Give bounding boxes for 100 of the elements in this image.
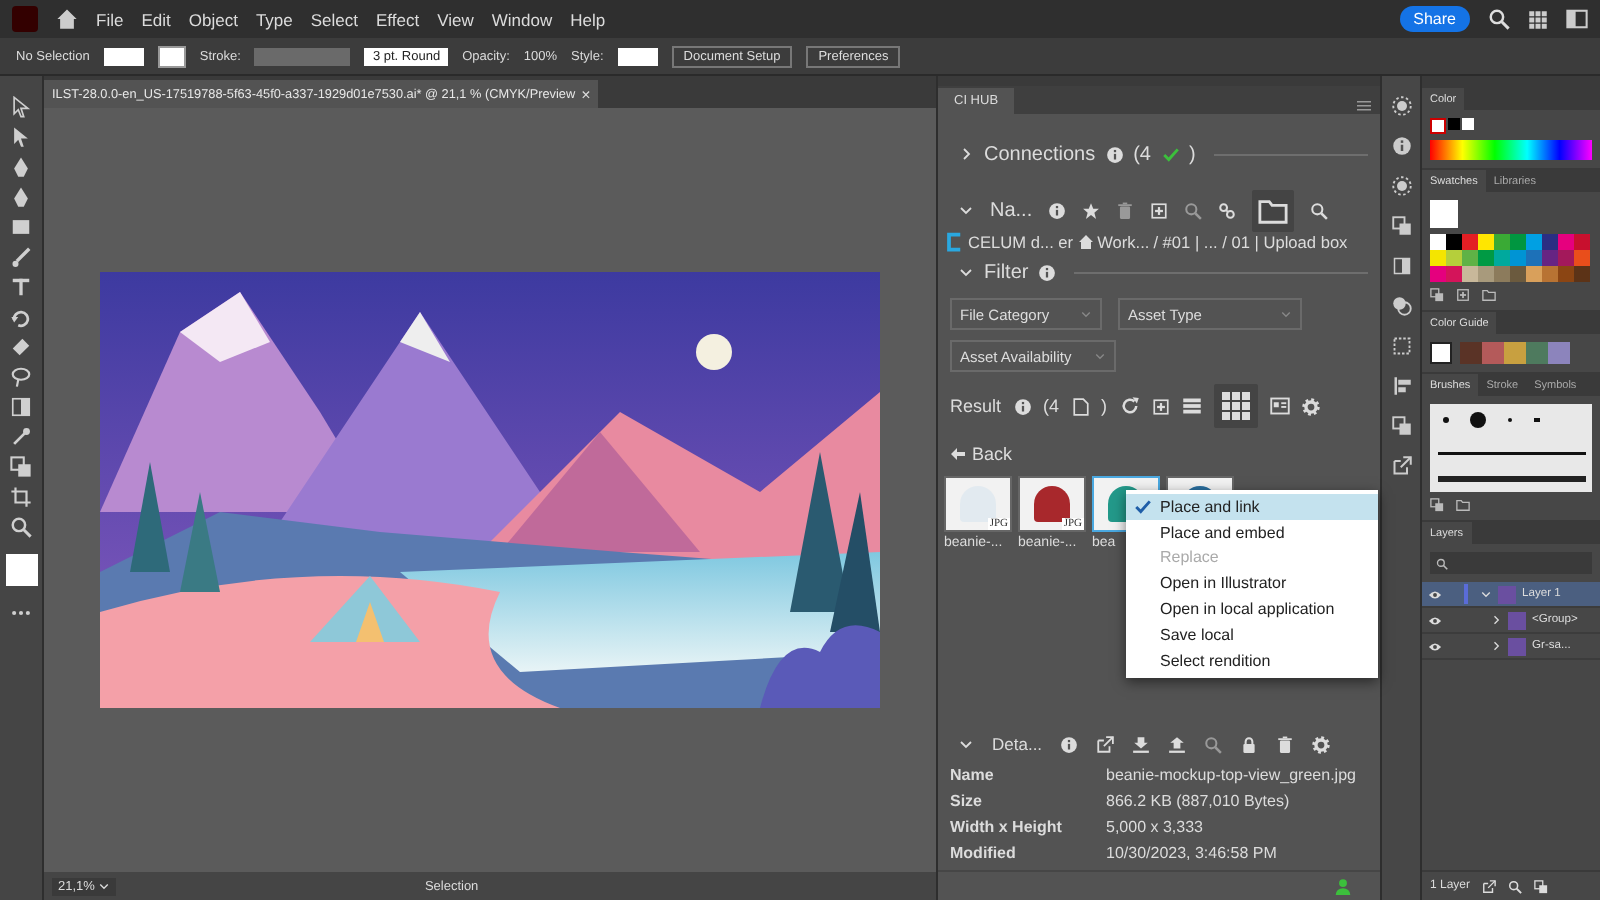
- color-swatch[interactable]: [1478, 250, 1494, 266]
- color-swatch[interactable]: [1526, 234, 1542, 250]
- info-icon[interactable]: [1105, 145, 1124, 163]
- link-icon[interactable]: [1218, 201, 1237, 219]
- person-icon[interactable]: [1334, 877, 1352, 895]
- folder-icon[interactable]: [1252, 189, 1295, 231]
- star-icon[interactable]: [1082, 201, 1101, 219]
- color-swatch[interactable]: [1478, 234, 1494, 250]
- arrow-icon[interactable]: [10, 126, 32, 148]
- color-swatch[interactable]: [1446, 266, 1462, 282]
- circles-icon[interactable]: [1391, 296, 1411, 316]
- color-spectrum[interactable]: [1430, 140, 1592, 160]
- add-icon[interactable]: [1456, 288, 1470, 302]
- menu-item[interactable]: File: [96, 9, 124, 29]
- menu-item[interactable]: Object: [188, 9, 238, 29]
- color-swatch[interactable]: [1510, 266, 1526, 282]
- color-swatch[interactable]: [1526, 266, 1542, 282]
- download-icon[interactable]: [1132, 735, 1151, 753]
- section-title[interactable]: Connections: [984, 143, 1096, 165]
- lock-icon[interactable]: [1240, 735, 1259, 753]
- home-icon[interactable]: [1077, 234, 1094, 250]
- color-swatch[interactable]: [1462, 234, 1478, 250]
- color-swatch[interactable]: [1510, 250, 1526, 266]
- gradient-icon[interactable]: [10, 396, 32, 418]
- folder-icon[interactable]: [1482, 288, 1496, 302]
- variable-width-field[interactable]: [254, 47, 351, 65]
- search-field[interactable]: [1430, 552, 1592, 574]
- settings-icon[interactable]: [1312, 735, 1331, 753]
- base-color-swatch[interactable]: [1430, 342, 1452, 364]
- color-swatch[interactable]: [1558, 266, 1574, 282]
- squares-icon[interactable]: [1391, 216, 1411, 236]
- color-swatch[interactable]: [1526, 250, 1542, 266]
- eye-icon[interactable]: [1428, 613, 1442, 627]
- search-icon[interactable]: [1488, 8, 1510, 30]
- add-icon[interactable]: [1151, 397, 1170, 415]
- style-swatch[interactable]: [617, 47, 658, 65]
- sun-icon[interactable]: [1391, 96, 1411, 116]
- color-swatch[interactable]: [1526, 342, 1548, 364]
- menu-item[interactable]: Select: [310, 9, 358, 29]
- rectangle-icon[interactable]: [10, 216, 32, 238]
- color-swatch[interactable]: [1462, 250, 1478, 266]
- menu-item[interactable]: Window: [491, 9, 553, 29]
- color-swatch[interactable]: [1430, 266, 1446, 282]
- brush-icon[interactable]: [10, 246, 32, 268]
- crop-icon[interactable]: [10, 486, 32, 508]
- zoom-icon[interactable]: [10, 516, 32, 538]
- color-swatch[interactable]: [1558, 234, 1574, 250]
- color-swatch[interactable]: [1558, 250, 1574, 266]
- color-swatch[interactable]: [1494, 250, 1510, 266]
- sun-icon[interactable]: [1391, 176, 1411, 196]
- trash-icon[interactable]: [1116, 201, 1135, 219]
- rotate-icon[interactable]: [10, 306, 32, 328]
- color-swatch[interactable]: [1446, 250, 1462, 266]
- color-swatch[interactable]: [1504, 342, 1526, 364]
- color-swatch[interactable]: [1542, 234, 1558, 250]
- chevron-icon[interactable]: [958, 146, 974, 162]
- grid-icon[interactable]: [1528, 9, 1548, 29]
- fill-swatch[interactable]: [1430, 200, 1458, 228]
- export-icon[interactable]: [1482, 879, 1497, 893]
- search-icon[interactable]: [1310, 201, 1329, 219]
- color-swatch[interactable]: [1574, 266, 1590, 282]
- info-icon[interactable]: [1060, 735, 1079, 753]
- squares-icon[interactable]: [1534, 879, 1549, 893]
- lasso-icon[interactable]: [10, 366, 32, 388]
- dashed-square-icon[interactable]: [1391, 336, 1411, 356]
- chevron-icon[interactable]: [958, 736, 974, 752]
- fill-stroke-swatch[interactable]: [5, 554, 37, 586]
- color-swatch[interactable]: [1482, 342, 1504, 364]
- color-swatch[interactable]: [1462, 266, 1478, 282]
- settings-icon[interactable]: [1301, 397, 1320, 415]
- folder-icon[interactable]: [1456, 498, 1470, 512]
- add-icon[interactable]: [1150, 201, 1169, 219]
- upload-icon[interactable]: [1168, 735, 1187, 753]
- pen-icon[interactable]: [10, 156, 32, 178]
- color-swatch[interactable]: [1548, 342, 1570, 364]
- search-icon[interactable]: [1508, 879, 1523, 893]
- color-swatch[interactable]: [1542, 250, 1558, 266]
- default-color-swatch[interactable]: [1448, 118, 1460, 130]
- card-view-icon[interactable]: [1269, 396, 1290, 416]
- align-icon[interactable]: [1391, 376, 1411, 396]
- home-icon[interactable]: [56, 8, 78, 30]
- menu-item[interactable]: Type: [255, 9, 293, 29]
- chevron-icon[interactable]: [1490, 640, 1502, 652]
- chevron-icon[interactable]: [1480, 588, 1492, 600]
- menu-item[interactable]: Place and embed: [1126, 519, 1378, 546]
- color-swatch[interactable]: [1478, 266, 1494, 282]
- gradient-icon[interactable]: [1391, 256, 1411, 276]
- menu-item[interactable]: Help: [570, 9, 606, 29]
- chevron-icon[interactable]: [958, 202, 974, 218]
- fill-swatch[interactable]: [103, 47, 144, 65]
- menu-item[interactable]: Save local: [1126, 621, 1378, 648]
- eyedropper-icon[interactable]: [10, 426, 32, 448]
- menu-item[interactable]: Edit: [141, 9, 171, 29]
- menu-item[interactable]: View: [437, 9, 474, 29]
- pen-icon[interactable]: [10, 186, 32, 208]
- none-swatch[interactable]: [1430, 118, 1446, 134]
- info-icon[interactable]: [1048, 201, 1067, 219]
- eye-icon[interactable]: [1428, 587, 1442, 601]
- menu-item[interactable]: Place and link: [1126, 494, 1378, 520]
- color-swatch[interactable]: [1494, 266, 1510, 282]
